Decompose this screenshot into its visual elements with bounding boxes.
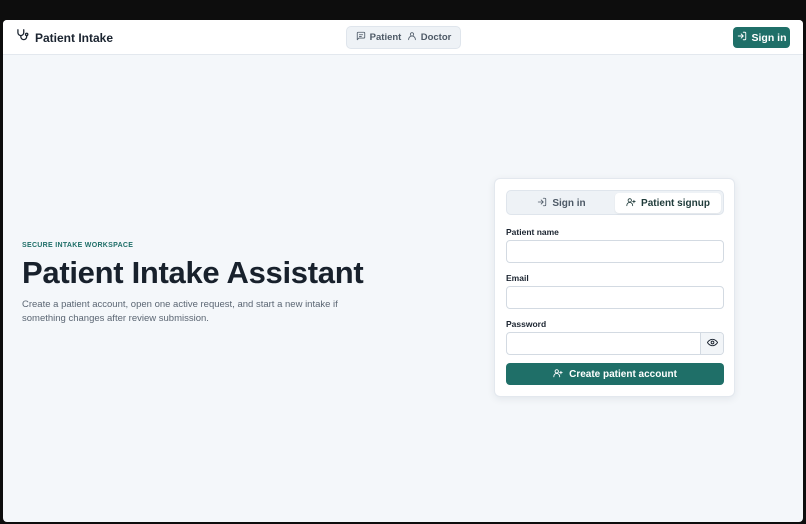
stethoscope-icon [15, 28, 29, 47]
show-password-button[interactable] [700, 333, 723, 354]
create-patient-account-button[interactable]: Create patient account [506, 363, 724, 385]
auth-card: Sign in Patient signup Patient name Emai… [494, 178, 735, 397]
message-square-icon [356, 31, 366, 44]
role-doctor-button[interactable]: Doctor [407, 31, 452, 44]
brand-name: Patient Intake [35, 30, 114, 45]
role-doctor-label: Doctor [420, 32, 452, 43]
log-in-icon [737, 31, 747, 44]
user-plus-icon [626, 197, 636, 210]
hero-description: Create a patient account, open one activ… [22, 299, 338, 324]
brand[interactable]: Patient Intake [15, 20, 113, 55]
user-icon [407, 31, 417, 44]
role-switch: Patient Doctor [346, 26, 461, 49]
tab-sign-in-label: Sign in [552, 197, 586, 209]
password-field [506, 332, 724, 355]
tab-sign-in[interactable]: Sign in [509, 193, 614, 213]
app-window: Patient Intake Patient Doctor Sign in SE… [3, 20, 803, 522]
role-patient-button[interactable]: Patient [356, 31, 402, 44]
user-plus-icon [553, 368, 563, 381]
email-label: Email [506, 273, 529, 283]
password-input[interactable] [507, 333, 700, 354]
hero-section: SECURE INTAKE WORKSPACE Patient Intake A… [22, 242, 442, 326]
auth-tabs: Sign in Patient signup [506, 190, 724, 215]
eye-icon [706, 335, 718, 353]
tab-patient-signup-label: Patient signup [641, 197, 710, 209]
create-patient-account-label: Create patient account [569, 368, 677, 380]
password-label: Password [506, 319, 547, 329]
role-patient-label: Patient [369, 32, 402, 43]
patient-name-input[interactable] [506, 240, 724, 263]
header-sign-in-label: Sign in [751, 31, 787, 44]
page-title: Patient Intake Assistant [22, 255, 364, 290]
patient-name-label: Patient name [506, 227, 559, 237]
top-navigation-bar: Patient Intake Patient Doctor Sign in [3, 20, 803, 55]
log-in-icon [537, 197, 547, 210]
email-input[interactable] [506, 286, 724, 309]
tab-patient-signup[interactable]: Patient signup [615, 193, 721, 213]
hero-eyebrow: SECURE INTAKE WORKSPACE [22, 242, 134, 249]
header-sign-in-button[interactable]: Sign in [733, 27, 790, 48]
